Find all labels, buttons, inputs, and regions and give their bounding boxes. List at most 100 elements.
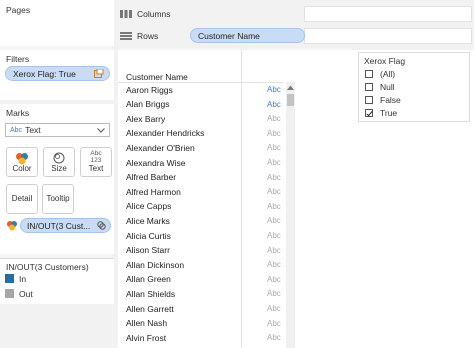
size-icon <box>53 152 65 164</box>
table-row[interactable]: Alvin Frost Abc <box>118 330 284 345</box>
text-mark-cell[interactable]: Abc <box>267 333 281 342</box>
text-mark-cell[interactable]: Abc <box>267 231 281 240</box>
vertical-scrollbar[interactable] <box>286 82 295 348</box>
table-row[interactable]: Alison Starr Abc <box>118 243 284 258</box>
customer-name-cell: Alfred Barber <box>126 172 177 183</box>
checkbox-false[interactable] <box>365 95 373 104</box>
table-row[interactable]: Alfred Harmon Abc <box>118 184 284 199</box>
marks-card: Marks Abc Text Color Size Abc 123 Text D… <box>0 104 114 254</box>
customer-name-cell: Alvin Frost <box>126 332 167 343</box>
filter-pill-label: Xerox Flag: True <box>13 68 76 79</box>
text-icon-bottom: 123 <box>90 157 102 164</box>
text-mark-cell[interactable]: Abc <box>267 114 281 123</box>
mark-type-dropdown[interactable]: Abc Text <box>5 123 110 137</box>
marks-set-pill[interactable]: IN/OUT(3 Cust... <box>20 218 111 233</box>
customer-name-cell: Alice Capps <box>126 201 172 212</box>
rows-pill-customer-name[interactable]: Customer Name <box>190 28 305 43</box>
customer-name-cell: Allan Shields <box>126 288 176 299</box>
checkbox-null[interactable] <box>365 82 373 91</box>
color-encoding-icon <box>7 221 17 231</box>
filter-option-null-label: Null <box>380 81 395 92</box>
text-mark-cell[interactable]: Abc <box>267 173 281 182</box>
text-mark-cell[interactable]: Abc <box>267 260 281 269</box>
customer-name-cell: Alice Marks <box>126 215 170 226</box>
scroll-up-arrow-icon[interactable] <box>286 84 295 92</box>
columns-shelf[interactable]: Columns <box>118 5 474 23</box>
marks-title: Marks <box>6 108 30 118</box>
columns-drop-area[interactable] <box>304 6 472 22</box>
customer-name-cell: Alfred Harmon <box>126 186 181 197</box>
text-mark-cell[interactable]: Abc <box>267 143 281 152</box>
filter-option-true-label: True <box>380 107 398 118</box>
table-row[interactable]: Alice Marks Abc <box>118 213 284 228</box>
filter-pill-xerox-flag[interactable]: Xerox Flag: True <box>5 66 110 81</box>
table-row[interactable]: Allen Garrett Abc <box>118 301 284 316</box>
text-mark-cell[interactable]: Abc <box>267 246 281 255</box>
text-button-label: Text <box>88 164 104 173</box>
table-row[interactable]: Alexander O'Brien Abc <box>118 140 284 155</box>
checkbox-true[interactable] <box>365 108 373 117</box>
table-row[interactable]: Alice Capps Abc <box>118 199 284 214</box>
detail-button-label: Detail <box>11 194 33 203</box>
customer-name-cell: Alison Starr <box>126 245 170 256</box>
text-mark-cell[interactable]: Abc <box>267 100 281 109</box>
filter-option-true[interactable]: True <box>365 106 397 119</box>
tooltip-button-label: Tooltip <box>46 194 70 203</box>
rows-label: Rows <box>137 31 159 41</box>
rows-drop-area[interactable] <box>304 28 472 44</box>
table-row[interactable]: Alex Barry Abc <box>118 111 284 126</box>
text-mark-cell[interactable]: Abc <box>267 216 281 225</box>
text-mark-cell[interactable]: Abc <box>267 275 281 284</box>
pages-title: Pages <box>6 5 31 15</box>
customer-name-cell: Allan Dickinson <box>126 259 185 270</box>
marks-set-pill-label: IN/OUT(3 Cust... <box>27 220 91 231</box>
scrollbar-thumb[interactable] <box>287 94 294 106</box>
text-mark-cell[interactable]: Abc <box>267 85 281 94</box>
text-mark-cell[interactable]: Abc <box>267 304 281 313</box>
customer-name-cell: Aaron Riggs <box>126 84 173 95</box>
filter-option-all-label: (All) <box>380 68 396 79</box>
text-mark-cell[interactable]: Abc <box>267 202 281 211</box>
mark-type-icon: Abc <box>10 126 23 134</box>
size-button[interactable]: Size <box>43 147 75 177</box>
legend-card: IN/OUT(3 Customers) In Out <box>0 258 114 304</box>
table-row[interactable]: Allan Dickinson Abc <box>118 257 284 272</box>
filters-title: Filters <box>6 54 30 64</box>
customer-name-cell: Alexander O'Brien <box>126 142 195 153</box>
table-row[interactable]: Aaron Riggs Abc <box>118 82 284 97</box>
table-row[interactable]: Allen Nash Abc <box>118 316 284 331</box>
text-mark-cell[interactable]: Abc <box>267 289 281 298</box>
tooltip-button[interactable]: Tooltip <box>42 184 74 214</box>
legend-item-in[interactable]: In <box>5 273 26 284</box>
color-button[interactable]: Color <box>6 147 38 177</box>
filter-option-null[interactable]: Null <box>365 80 395 93</box>
text-mark-cell[interactable]: Abc <box>267 129 281 138</box>
text-mark-cell[interactable]: Abc <box>267 158 281 167</box>
text-button[interactable]: Abc 123 Text <box>80 147 112 177</box>
customer-name-cell: Alicia Curtis <box>126 230 171 241</box>
table-row[interactable]: Allan Green Abc <box>118 272 284 287</box>
text-mark-cell[interactable]: Abc <box>267 319 281 328</box>
table-row[interactable]: Alfred Barber Abc <box>118 170 284 185</box>
table-row[interactable]: Alicia Curtis Abc <box>118 228 284 243</box>
checkbox-all[interactable] <box>365 69 373 78</box>
columns-label: Columns <box>137 9 171 19</box>
column-header-customer-name[interactable]: Customer Name <box>126 72 188 82</box>
text-icon-top: Abc <box>90 150 102 157</box>
legend-swatch-in <box>5 274 14 283</box>
color-button-label: Color <box>12 164 32 173</box>
text-mark-cell[interactable]: Abc <box>267 187 281 196</box>
table-row[interactable]: Alexander Hendricks Abc <box>118 126 284 141</box>
filter-option-all[interactable]: (All) <box>365 67 395 80</box>
legend-item-out[interactable]: Out <box>5 288 33 299</box>
rows-icon <box>120 32 132 40</box>
customer-name-cell: Alan Briggs <box>126 99 170 110</box>
detail-button[interactable]: Detail <box>6 184 38 214</box>
table-row[interactable]: Alan Briggs Abc <box>118 97 284 112</box>
table-row[interactable]: Allan Shields Abc <box>118 286 284 301</box>
table-row[interactable]: Alexandra Wise Abc <box>118 155 284 170</box>
customer-rows: Aaron Riggs Abc Alan Briggs Abc Alex Barry Ab… <box>118 82 284 348</box>
customer-name-cell: Allen Nash <box>126 318 168 329</box>
legend-label-out: Out <box>19 288 33 299</box>
filter-option-false[interactable]: False <box>365 93 401 106</box>
